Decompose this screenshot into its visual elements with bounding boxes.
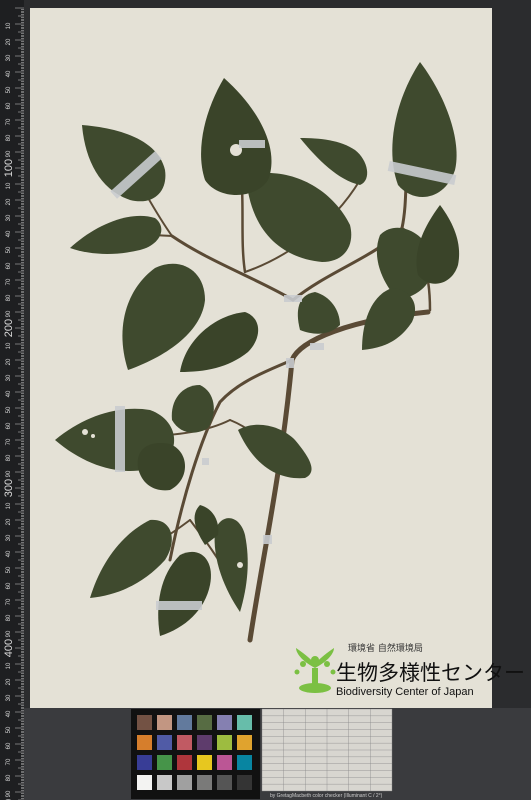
mounting-tape — [286, 358, 294, 368]
ruler-minor-label: 70 — [6, 598, 12, 605]
color-patch — [217, 775, 232, 790]
ruler-minor-label: 20 — [6, 358, 12, 365]
ruler-minor-label: 90 — [6, 310, 12, 317]
ruler-minor-label: 60 — [6, 582, 12, 589]
color-patch — [177, 755, 192, 770]
herbarium-specimen-scene: 1002003004005001020304050607080901020304… — [0, 0, 531, 800]
ruler-minor-label: 10 — [6, 502, 12, 509]
ruler-minor-label: 60 — [6, 102, 12, 109]
ruler-minor-label: 50 — [6, 86, 12, 93]
ruler-minor-label: 60 — [6, 262, 12, 269]
ruler-minor-label: 50 — [6, 566, 12, 573]
ruler-minor-label: 70 — [6, 118, 12, 125]
color-patch — [237, 775, 252, 790]
ruler-minor-label: 70 — [6, 758, 12, 765]
ruler-minor-label: 50 — [6, 406, 12, 413]
ruler-minor-label: 70 — [6, 438, 12, 445]
ruler-major-label: 200 — [3, 319, 15, 337]
mounting-tape — [115, 406, 125, 472]
mounting-tape — [310, 343, 324, 350]
color-patch — [157, 755, 172, 770]
color-patch — [217, 735, 232, 750]
color-checker-caption: by GretagMacbeth color checker (Illumina… — [270, 793, 383, 799]
color-patch — [157, 775, 172, 790]
center-name-jp: 生物多様性センター — [336, 661, 525, 685]
color-patch — [217, 715, 232, 730]
color-patch — [197, 755, 212, 770]
mounting-tape — [202, 458, 209, 465]
color-patch — [137, 755, 152, 770]
mounting-tape — [263, 535, 272, 544]
ruler-minor-label: 10 — [6, 22, 12, 29]
ruler-minor-label: 40 — [6, 710, 12, 717]
ruler-minor-label: 30 — [6, 694, 12, 701]
agency-name-jp: 環境省 自然環境局 — [348, 642, 423, 654]
ruler-minor-label: 40 — [6, 390, 12, 397]
ruler-minor-label: 60 — [6, 742, 12, 749]
ruler-minor-label: 90 — [6, 150, 12, 157]
ruler-minor-label: 60 — [6, 422, 12, 429]
color-patch — [197, 715, 212, 730]
color-patch — [137, 735, 152, 750]
ruler-minor-label: 20 — [6, 38, 12, 45]
color-patch — [157, 735, 172, 750]
color-patch — [137, 775, 152, 790]
color-patch — [177, 715, 192, 730]
ruler-minor-label: 70 — [6, 278, 12, 285]
mounting-tape — [239, 140, 265, 148]
color-patch — [177, 775, 192, 790]
mounting-tape — [284, 295, 302, 302]
ruler-minor-label: 30 — [6, 214, 12, 221]
ruler-minor-label: 80 — [6, 614, 12, 621]
color-patch — [197, 775, 212, 790]
ruler-minor-label: 80 — [6, 294, 12, 301]
color-patch — [157, 715, 172, 730]
ruler-minor-label: 50 — [6, 726, 12, 733]
color-patch — [177, 735, 192, 750]
ruler-minor-label: 90 — [6, 790, 12, 797]
ruler-minor-label: 80 — [6, 454, 12, 461]
ruler-minor-label: 30 — [6, 54, 12, 61]
ruler-minor-label: 40 — [6, 230, 12, 237]
ruler-minor-label: 10 — [6, 182, 12, 189]
mounting-tape — [156, 601, 202, 610]
center-name-en: Biodiversity Center of Japan — [336, 686, 474, 698]
ruler-minor-label: 30 — [6, 374, 12, 381]
color-patch — [137, 715, 152, 730]
ruler-minor-label: 20 — [6, 198, 12, 205]
ruler-minor-label: 20 — [6, 678, 12, 685]
ruler: 1002003004005001020304050607080901020304… — [0, 0, 24, 800]
ruler-minor-label: 10 — [6, 662, 12, 669]
ruler-major-label: 100 — [3, 159, 15, 177]
color-patch — [197, 735, 212, 750]
ruler-minor-label: 20 — [6, 518, 12, 525]
ruler-minor-label: 90 — [6, 470, 12, 477]
color-patch — [237, 755, 252, 770]
ruler-minor-label: 80 — [6, 134, 12, 141]
color-patch — [237, 715, 252, 730]
ruler-minor-label: 40 — [6, 70, 12, 77]
ruler-minor-label: 80 — [6, 774, 12, 781]
color-patch — [237, 735, 252, 750]
ruler-minor-label: 50 — [6, 246, 12, 253]
ruler-major-label: 400 — [3, 639, 15, 657]
color-patch — [217, 755, 232, 770]
ruler-minor-label: 30 — [6, 534, 12, 541]
ruler-minor-label: 10 — [6, 342, 12, 349]
ruler-minor-label: 90 — [6, 630, 12, 637]
ruler-minor-label: 40 — [6, 550, 12, 557]
ruler-major-label: 300 — [3, 479, 15, 497]
